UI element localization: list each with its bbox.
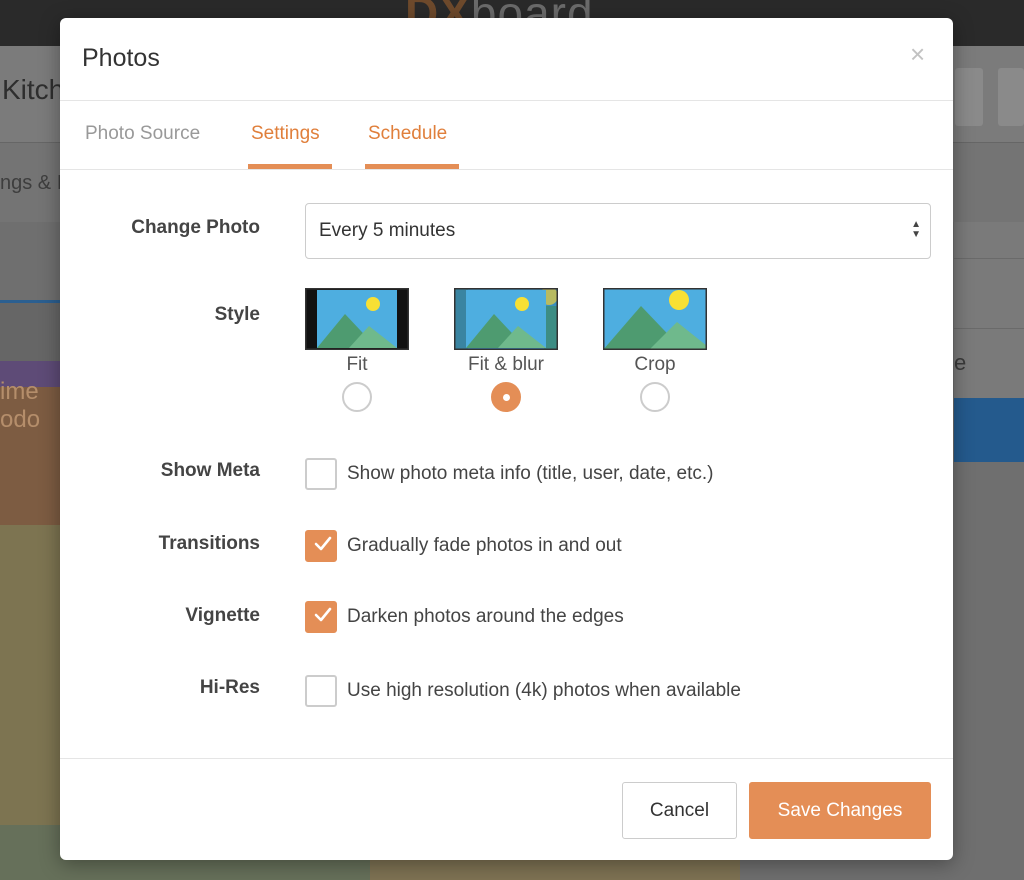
change-photo-label: Change Photo	[131, 217, 260, 238]
style-option-fit[interactable]: Fit	[303, 288, 411, 412]
style-option-label: Fit & blur	[467, 354, 545, 375]
change-photo-select[interactable]: Every 5 minutes ▲ ▼	[305, 203, 931, 259]
style-option-label: Fit	[346, 354, 368, 375]
hi-res-text: Use high resolution (4k) photos when ava…	[347, 680, 741, 701]
app-right-divider	[954, 328, 1024, 329]
app-widget-olive	[0, 525, 62, 825]
save-changes-button[interactable]: Save Changes	[749, 782, 931, 839]
style-option-crop[interactable]: Crop	[601, 288, 709, 412]
transitions-text: Gradually fade photos in and out	[347, 535, 622, 556]
vignette-checkbox[interactable]	[305, 601, 337, 633]
tab-photo-source[interactable]: Photo Source	[85, 122, 200, 146]
fit-thumbnail-icon	[305, 288, 409, 350]
style-crop-radio[interactable]	[640, 382, 670, 412]
app-subbar-text: ngs & I	[0, 172, 63, 194]
select-updown-icon: ▲ ▼	[911, 219, 921, 240]
transitions-label: Transitions	[158, 533, 260, 554]
hi-res-label: Hi-Res	[199, 677, 260, 698]
dialog-title: Photos	[82, 44, 160, 72]
crop-thumbnail-icon	[603, 288, 707, 350]
tab-settings[interactable]: Settings	[251, 122, 320, 146]
tabs-divider	[60, 169, 953, 170]
check-icon	[314, 536, 332, 551]
photos-settings-dialog: Photos × Photo Source Settings Schedule …	[60, 18, 953, 860]
app-widget-gray	[0, 303, 62, 361]
vignette-label: Vignette	[185, 605, 260, 626]
app-right-blue-item	[954, 398, 1024, 462]
app-header-menu-button	[998, 68, 1024, 126]
style-option-fit-blur[interactable]: Fit & blur	[452, 288, 560, 412]
fit-blur-thumbnail-icon	[454, 288, 558, 350]
app-widget-orange-text: ime odo	[0, 378, 41, 433]
cancel-button[interactable]: Cancel	[622, 782, 737, 839]
vignette-text: Darken photos around the edges	[347, 606, 624, 627]
close-icon[interactable]: ×	[910, 41, 925, 67]
app-page-title: Kitch	[2, 74, 65, 105]
hi-res-checkbox[interactable]	[305, 675, 337, 707]
tab-schedule[interactable]: Schedule	[368, 122, 447, 146]
app-right-text: e	[954, 350, 967, 375]
style-fit-radio[interactable]	[342, 382, 372, 412]
show-meta-label: Show Meta	[160, 460, 260, 481]
style-option-label: Crop	[634, 354, 676, 375]
show-meta-text: Show photo meta info (title, user, date,…	[347, 463, 714, 484]
app-right-divider	[954, 258, 1024, 259]
footer-divider	[60, 758, 953, 759]
change-photo-value: Every 5 minutes	[319, 220, 456, 241]
style-fit-blur-radio[interactable]	[491, 382, 521, 412]
transitions-checkbox[interactable]	[305, 530, 337, 562]
show-meta-checkbox[interactable]	[305, 458, 337, 490]
app-widget-tan	[370, 860, 740, 880]
header-divider	[60, 100, 953, 101]
style-label: Style	[214, 304, 260, 325]
app-header-button	[955, 68, 983, 126]
check-icon	[314, 607, 332, 622]
